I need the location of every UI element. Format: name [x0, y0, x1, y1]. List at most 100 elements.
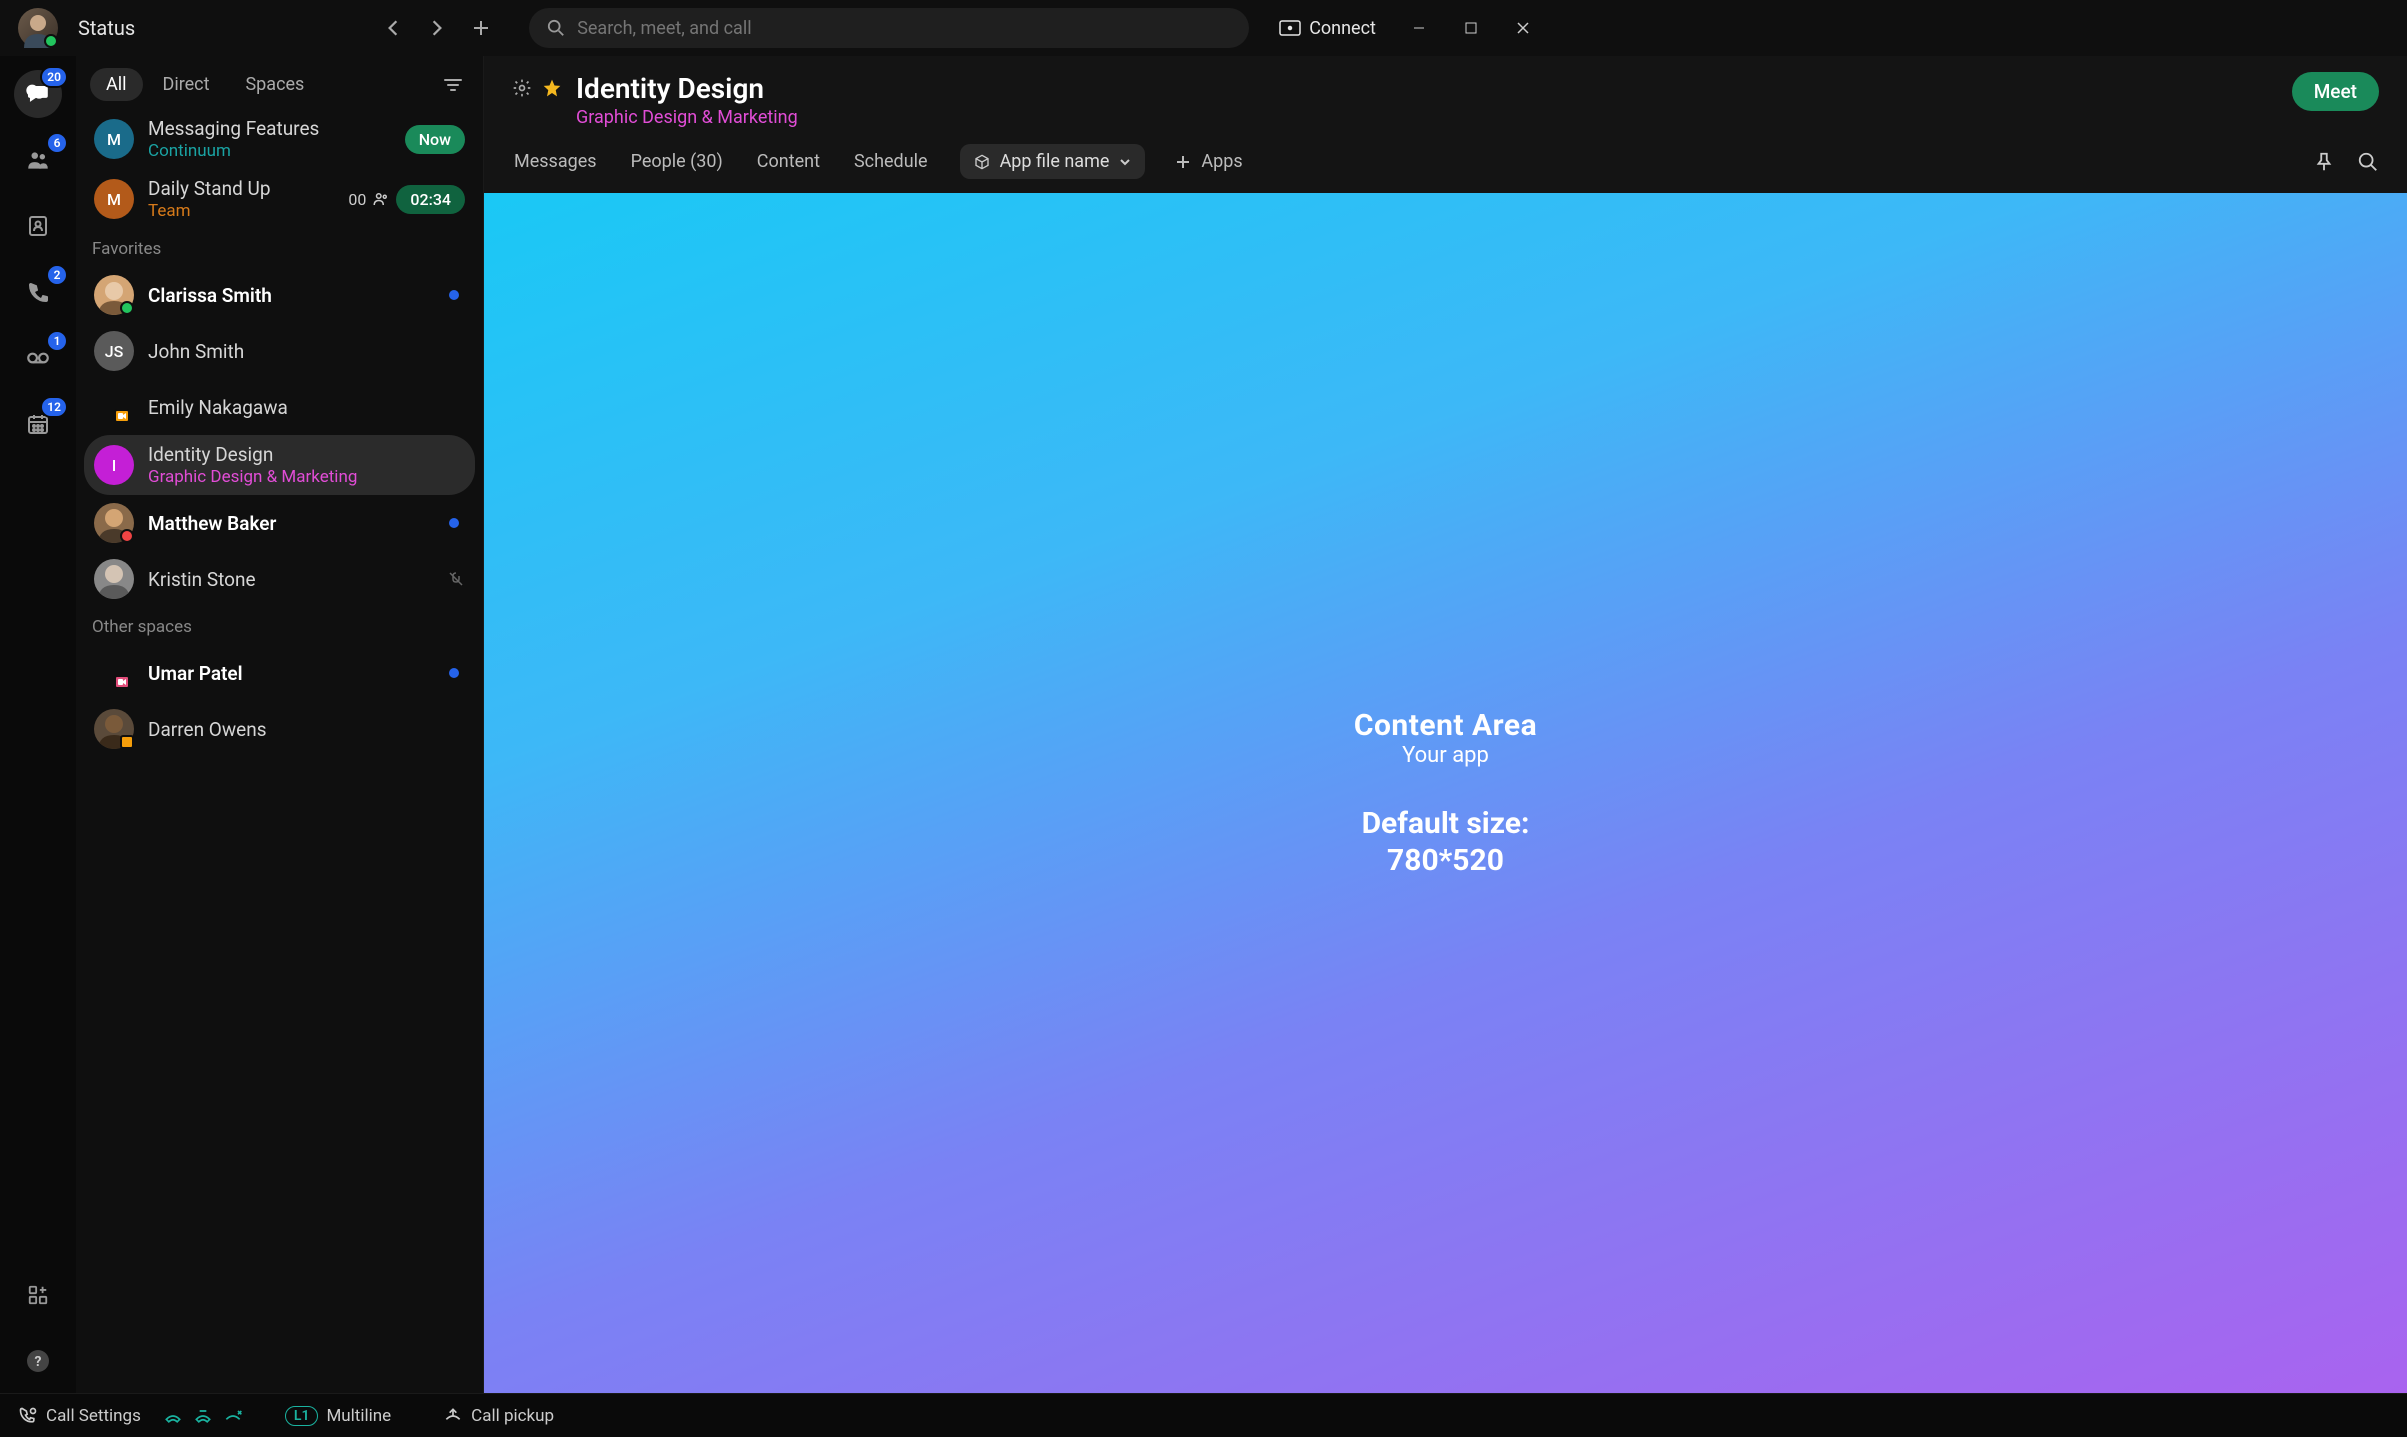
list-item[interactable]: Kristin Stone: [84, 551, 475, 607]
star-icon[interactable]: [542, 78, 562, 98]
connect-button[interactable]: Connect: [1279, 18, 1376, 39]
tab-app-file[interactable]: App file name: [960, 144, 1146, 179]
navigation-rail: 20 6 2 1 12: [0, 56, 76, 1393]
status-label[interactable]: Status: [78, 16, 135, 40]
voicemail-icon: [25, 345, 51, 371]
teams-icon: [25, 147, 51, 173]
section-favorites: Favorites: [84, 229, 475, 267]
add-apps-label: Apps: [1201, 151, 1242, 172]
tab-app-file-label: App file name: [1000, 151, 1110, 172]
handset-icon-1[interactable]: [163, 1407, 183, 1425]
svg-text:?: ?: [35, 1354, 42, 1370]
tab-people[interactable]: People (30): [629, 147, 725, 176]
people-icon: [372, 190, 390, 208]
chat-list-panel: All Direct Spaces M Messaging Features C…: [76, 56, 484, 1393]
unread-indicator: [449, 668, 459, 678]
space-avatar: I: [94, 445, 134, 485]
window-maximize-button[interactable]: [1448, 12, 1494, 44]
list-item[interactable]: Umar Patel: [84, 645, 475, 701]
new-button[interactable]: [463, 10, 499, 46]
muted-icon: [447, 570, 465, 588]
avatar-placeholder: [94, 387, 134, 427]
list-item-title: Clarissa Smith: [148, 284, 435, 307]
person-avatar: [94, 275, 134, 315]
meet-button[interactable]: Meet: [2292, 72, 2379, 111]
connect-label: Connect: [1309, 18, 1376, 39]
presence-indicator: [120, 735, 134, 749]
nav-back-button[interactable]: [375, 10, 411, 46]
list-item-title: Identity Design: [148, 443, 465, 466]
tab-messages[interactable]: Messages: [512, 147, 599, 176]
titlebar: Status Connect: [0, 0, 2407, 56]
rail-contacts[interactable]: [14, 202, 62, 250]
tab-spaces[interactable]: Spaces: [229, 68, 320, 101]
presence-indicator: [120, 529, 134, 543]
rail-help[interactable]: ?: [14, 1337, 62, 1385]
tab-direct[interactable]: Direct: [147, 68, 226, 101]
participant-count: 00: [348, 190, 366, 209]
unread-indicator: [449, 518, 459, 528]
list-item[interactable]: Matthew Baker: [84, 495, 475, 551]
list-item-title: Daily Stand Up: [148, 177, 334, 200]
list-item[interactable]: M Messaging Features Continuum Now: [84, 109, 475, 169]
add-apps-button[interactable]: Apps: [1175, 151, 1242, 172]
person-avatar: JS: [94, 331, 134, 371]
plus-icon: [1175, 154, 1191, 170]
rail-teams[interactable]: 6: [14, 136, 62, 184]
chat-title: Identity Design: [576, 72, 798, 105]
handset-icon-2[interactable]: [193, 1407, 213, 1425]
rail-calls[interactable]: 2: [14, 268, 62, 316]
call-settings-label: Call Settings: [46, 1406, 141, 1426]
handset-icon-3[interactable]: [223, 1407, 243, 1425]
gear-icon[interactable]: [512, 78, 532, 98]
list-item[interactable]: I Identity Design Graphic Design & Marke…: [84, 435, 475, 495]
list-item[interactable]: Darren Owens: [84, 701, 475, 757]
now-pill: Now: [405, 125, 465, 154]
contacts-icon: [26, 214, 50, 238]
user-avatar[interactable]: [18, 8, 58, 48]
list-item-title: Kristin Stone: [148, 568, 433, 591]
nav-forward-button[interactable]: [419, 10, 455, 46]
person-avatar: [94, 709, 134, 749]
call-settings-button[interactable]: Call Settings: [18, 1406, 141, 1426]
list-item-title: John Smith: [148, 340, 465, 363]
list-item[interactable]: M Daily Stand Up Team 00 02:34: [84, 169, 475, 229]
content-area-size-label: Default size:: [1354, 806, 1537, 841]
search-input[interactable]: [577, 18, 1231, 39]
filter-button[interactable]: [437, 69, 469, 101]
presence-indicator: [44, 34, 58, 48]
tab-all[interactable]: All: [90, 68, 143, 101]
rail-calls-badge: 2: [46, 264, 68, 286]
call-pickup-button[interactable]: Call pickup: [443, 1406, 554, 1426]
tab-content[interactable]: Content: [755, 147, 822, 176]
rail-chat[interactable]: 20: [14, 70, 62, 118]
call-pickup-icon: [443, 1406, 463, 1426]
chevron-down-icon: [1119, 156, 1131, 168]
call-pickup-label: Call pickup: [471, 1406, 554, 1426]
rail-apps[interactable]: [14, 1271, 62, 1319]
window-close-button[interactable]: [1500, 12, 1546, 44]
rail-calendar[interactable]: 12: [14, 400, 62, 448]
window-minimize-button[interactable]: [1396, 12, 1442, 44]
rail-voicemail[interactable]: 1: [14, 334, 62, 382]
multiline-label: Multiline: [326, 1406, 391, 1426]
pin-icon[interactable]: [2313, 151, 2335, 173]
list-item-subtitle: Continuum: [148, 141, 391, 161]
list-item[interactable]: Clarissa Smith: [84, 267, 475, 323]
list-item-subtitle: Team: [148, 201, 334, 221]
list-item[interactable]: JS John Smith: [84, 323, 475, 379]
list-item-title: Emily Nakagawa: [148, 396, 465, 419]
multiline-button[interactable]: L1 Multiline: [285, 1406, 391, 1426]
content-area: Content Area Your app Default size: 780*…: [484, 193, 2407, 1393]
phone-settings-icon: [18, 1406, 38, 1426]
timer-pill: 02:34: [396, 185, 465, 214]
tab-schedule[interactable]: Schedule: [852, 147, 930, 176]
search-bar[interactable]: [529, 8, 1249, 48]
search-in-space-icon[interactable]: [2357, 151, 2379, 173]
list-item-title: Darren Owens: [148, 718, 465, 741]
rail-voicemail-badge: 1: [46, 330, 68, 352]
list-item-subtitle: Graphic Design & Marketing: [148, 467, 465, 487]
chat-subtitle: Graphic Design & Marketing: [576, 107, 798, 128]
phone-icon: [26, 280, 50, 304]
list-item[interactable]: Emily Nakagawa: [84, 379, 475, 435]
